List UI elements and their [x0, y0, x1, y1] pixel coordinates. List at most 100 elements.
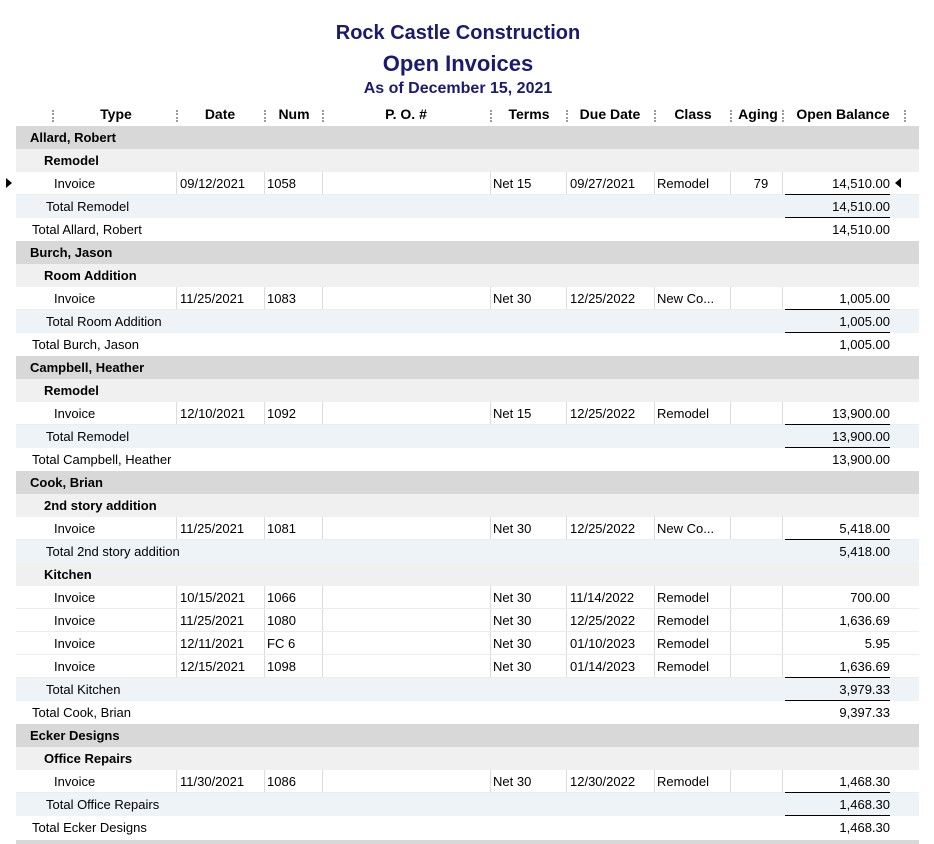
- cell-terms: Net 15: [493, 406, 532, 421]
- column-divider: [490, 609, 491, 632]
- column-divider: [322, 632, 323, 655]
- column-divider: [782, 609, 783, 632]
- job-total-row[interactable]: Total 2nd story addition 5,418.00: [16, 540, 919, 563]
- invoice-row[interactable]: Invoice 12/15/2021 1098 Net 30 01/14/2023 Rem…: [16, 655, 919, 678]
- column-header-aging[interactable]: Aging: [734, 106, 782, 122]
- total-balance: 1,468.30: [839, 797, 890, 812]
- invoice-row[interactable]: Invoice 11/30/2021 1086 Net 30 12/30/2022 Rem…: [16, 770, 919, 793]
- column-header-due-date[interactable]: Due Date: [570, 106, 650, 122]
- column-divider: [782, 517, 783, 540]
- total-label: Total Kitchen: [46, 682, 121, 697]
- column-divider: [176, 402, 177, 425]
- cell-date: 12/15/2021: [180, 659, 246, 674]
- column-divider: [566, 287, 567, 310]
- invoice-row[interactable]: Invoice 10/15/2021 1066 Net 30 11/14/2022 Rem…: [16, 586, 919, 609]
- cell-terms: Net 30: [493, 521, 532, 536]
- column-divider: [566, 632, 567, 655]
- cell-due-date: 12/25/2022: [570, 291, 636, 306]
- column-header-terms[interactable]: Terms: [494, 106, 564, 122]
- column-divider: [264, 172, 265, 195]
- cell-class: Remodel: [657, 176, 710, 191]
- customer-group-row[interactable]: Ecker Designs: [16, 724, 919, 747]
- invoice-row[interactable]: Invoice 12/10/2021 1092 Net 15 12/25/2022 Rem…: [16, 402, 919, 425]
- total-balance: 13,900.00: [832, 429, 890, 444]
- column-header-class[interactable]: Class: [658, 106, 728, 122]
- customer-group-row[interactable]: Campbell, Heather: [16, 356, 919, 379]
- column-divider: [730, 517, 731, 540]
- cell-type: Invoice: [54, 613, 96, 628]
- customer-total-row[interactable]: Total Burch, Jason 1,005.00: [16, 333, 919, 356]
- job-group-row[interactable]: Room Addition: [16, 264, 919, 287]
- cell-num: 1081: [267, 521, 296, 536]
- cell-class: New Co...: [657, 521, 715, 536]
- column-divider: [654, 287, 655, 310]
- job-total-row[interactable]: Total Remodel 13,900.00: [16, 425, 919, 448]
- customer-total-row[interactable]: Total Cook, Brian 9,397.33: [16, 701, 919, 724]
- column-divider: [730, 586, 731, 609]
- column-header-row: Type Date Num P. O. # Terms Due Date Cla…: [16, 104, 919, 127]
- column-divider: [490, 517, 491, 540]
- job-total-row[interactable]: Total Room Addition 1,005.00: [16, 310, 919, 333]
- job-group-row[interactable]: 2nd story addition: [16, 494, 919, 517]
- column-divider: [176, 586, 177, 609]
- column-header-date[interactable]: Date: [180, 106, 260, 122]
- report-title: Open Invoices: [382, 51, 534, 76]
- job-total-row[interactable]: Total Kitchen 3,979.33: [16, 678, 919, 701]
- job-name: Room Addition: [44, 268, 137, 283]
- total-balance: 13,900.00: [832, 452, 890, 467]
- column-header-type[interactable]: Type: [56, 106, 176, 122]
- invoice-row[interactable]: Invoice 09/12/2021 1058 Net 15 09/27/2021 Rem…: [16, 172, 919, 195]
- job-name: Office Repairs: [44, 751, 133, 766]
- job-total-row[interactable]: Total Remodel 14,510.00: [16, 195, 919, 218]
- cell-type: Invoice: [54, 659, 96, 674]
- job-group-row[interactable]: Remodel: [16, 379, 919, 402]
- job-group-row[interactable]: Remodel: [16, 149, 919, 172]
- total-balance: 14,510.00: [832, 199, 890, 214]
- job-total-row[interactable]: Total Office Repairs 1,468.30: [16, 793, 919, 816]
- cell-terms: Net 30: [493, 774, 532, 789]
- column-divider: [566, 770, 567, 793]
- cell-terms: Net 30: [493, 613, 532, 628]
- column-divider: [322, 586, 323, 609]
- cell-due-date: 01/14/2023: [570, 659, 636, 674]
- column-divider: [654, 517, 655, 540]
- total-label: Total Burch, Jason: [32, 337, 139, 352]
- customer-total-row[interactable]: Total Allard, Robert 14,510.00: [16, 218, 919, 241]
- column-divider: [176, 770, 177, 793]
- cell-open-balance: 1,005.00: [839, 291, 890, 306]
- cell-date: 12/11/2021: [180, 636, 245, 651]
- customer-total-row[interactable]: Total Ecker Designs 1,468.30: [16, 816, 919, 839]
- column-divider: [730, 172, 731, 195]
- total-label: Total Allard, Robert: [32, 222, 142, 237]
- total-balance: 1,468.30: [839, 820, 890, 835]
- customer-total-row[interactable]: Total Campbell, Heather 13,900.00: [16, 448, 919, 471]
- column-divider: [566, 517, 567, 540]
- customer-group-row[interactable]: Burch, Jason: [16, 241, 919, 264]
- customer-group-row[interactable]: Allard, Robert: [16, 126, 919, 149]
- column-divider: [322, 402, 323, 425]
- job-name: 2nd story addition: [44, 498, 157, 513]
- customer-name: Allard, Robert: [30, 130, 116, 145]
- column-divider: [490, 586, 491, 609]
- column-divider: [176, 609, 177, 632]
- cell-type: Invoice: [54, 590, 96, 605]
- invoice-row[interactable]: Invoice 11/25/2021 1083 Net 30 12/25/2022 New…: [16, 287, 919, 310]
- total-label: Total Room Addition: [46, 314, 162, 329]
- cell-type: Invoice: [54, 774, 96, 789]
- job-group-row[interactable]: Office Repairs: [16, 747, 919, 770]
- invoice-row[interactable]: Invoice 12/11/2021 FC 6 Net 30 01/10/2023 Rem…: [16, 632, 919, 655]
- column-header-po[interactable]: P. O. #: [326, 106, 486, 122]
- invoice-row[interactable]: Invoice 11/25/2021 1080 Net 30 12/25/2022 Rem…: [16, 609, 919, 632]
- cell-type: Invoice: [54, 176, 96, 191]
- column-divider: [264, 287, 265, 310]
- invoice-row[interactable]: Invoice 11/25/2021 1081 Net 30 12/25/2022 New…: [16, 517, 919, 540]
- column-resize-handle[interactable]: [904, 110, 908, 122]
- column-header-num[interactable]: Num: [268, 106, 320, 122]
- cell-date: 11/25/2021: [180, 521, 245, 536]
- row-marker-right-icon: [895, 178, 901, 188]
- job-group-row[interactable]: Kitchen: [16, 563, 919, 586]
- job-name: Remodel: [44, 383, 99, 398]
- customer-group-row[interactable]: Cook, Brian: [16, 471, 919, 494]
- column-header-open-balance[interactable]: Open Balance: [786, 106, 900, 122]
- column-divider: [782, 655, 783, 678]
